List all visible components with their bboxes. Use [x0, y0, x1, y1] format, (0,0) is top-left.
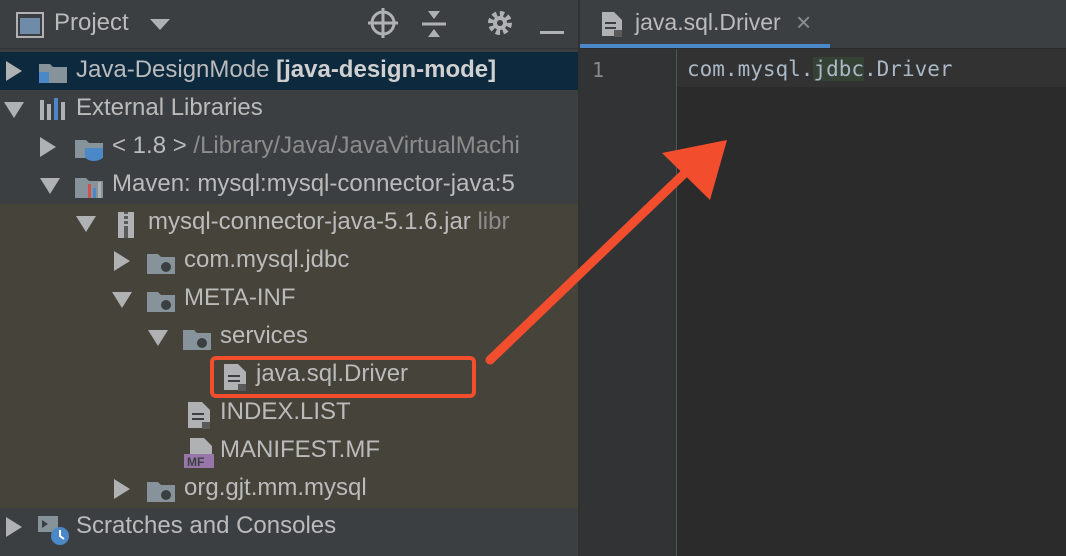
- tree-item-label: META-INF: [184, 284, 296, 311]
- package-folder-icon: [146, 476, 175, 504]
- library-icon: [38, 96, 66, 124]
- expand-arrow-icon[interactable]: [6, 61, 22, 81]
- jdk-path: /Library/Java/JavaVirtualMachi: [193, 132, 520, 159]
- text-file-icon: [600, 10, 624, 43]
- tab-bar-empty: [830, 0, 1066, 48]
- collapse-arrow-icon[interactable]: [76, 216, 96, 232]
- editor-gutter: [580, 49, 676, 556]
- code-text: .Driver: [864, 57, 953, 81]
- expand-arrow-icon[interactable]: [40, 137, 56, 157]
- tree-item-label: mysql-connector-java-5.1.6.jar: [148, 208, 471, 235]
- collapse-all-icon[interactable]: [420, 8, 448, 45]
- project-window-icon[interactable]: [16, 12, 44, 43]
- tab-java-sql-driver[interactable]: java.sql.Driver ×: [580, 0, 830, 48]
- annotation-highlight-box: [210, 356, 476, 398]
- maven-library-icon: [74, 172, 103, 200]
- editor-panel: java.sql.Driver × 1 com.mysql.jdbc.Drive…: [580, 0, 1066, 556]
- tree-item-external-libraries[interactable]: External Libraries: [0, 90, 578, 128]
- package-folder-icon: [182, 324, 211, 352]
- project-panel: Project Java-DesignMode [java-design-mod…: [0, 0, 578, 556]
- tree-item-project-root[interactable]: Java-DesignMode [java-design-mode]: [0, 52, 578, 90]
- manifest-badge: MF: [187, 455, 204, 468]
- text-file-icon: [186, 400, 214, 429]
- collapse-arrow-icon[interactable]: [148, 330, 168, 346]
- collapse-arrow-icon[interactable]: [112, 292, 132, 308]
- tree-item-label: MANIFEST.MF: [220, 436, 380, 463]
- jar-archive-icon: [112, 210, 140, 238]
- gear-icon[interactable]: [486, 9, 514, 42]
- tree-item-maven-library[interactable]: Maven: mysql:mysql-connector-java:5: [0, 166, 578, 204]
- tree-item-package-gjt[interactable]: org.gjt.mm.mysql: [0, 470, 578, 508]
- tree-item-scratches[interactable]: Scratches and Consoles: [0, 508, 578, 546]
- code-text: com.mysql.: [687, 57, 814, 81]
- scratches-icon: [38, 514, 69, 545]
- tree-item-label: External Libraries: [76, 94, 263, 121]
- tree-item-meta-inf[interactable]: META-INF: [0, 280, 578, 318]
- tree-item-package-jdbc[interactable]: com.mysql.jdbc: [0, 242, 578, 280]
- close-icon[interactable]: ×: [796, 7, 811, 38]
- collapse-arrow-icon[interactable]: [40, 178, 60, 194]
- hide-panel-icon[interactable]: [540, 22, 564, 40]
- tree-item-label: Java-DesignMode: [76, 56, 270, 83]
- locate-target-icon[interactable]: [368, 8, 398, 43]
- tree-item-jar[interactable]: mysql-connector-java-5.1.6.jar libr: [0, 204, 578, 242]
- tree-item-label: Maven: mysql:mysql-connector-java:5: [112, 170, 515, 197]
- jdk-folder-icon: [74, 134, 103, 162]
- module-folder-icon: [38, 58, 67, 86]
- line-number: 1: [592, 58, 605, 82]
- tree-item-label: com.mysql.jdbc: [184, 246, 350, 273]
- active-tab-indicator: [580, 44, 830, 48]
- chevron-down-icon[interactable]: [150, 18, 170, 36]
- project-view-title[interactable]: Project: [54, 9, 129, 37]
- tab-label: java.sql.Driver: [635, 9, 781, 35]
- expand-arrow-icon[interactable]: [6, 517, 22, 537]
- package-folder-icon: [146, 286, 175, 314]
- code-text-highlighted: jdbc: [813, 57, 865, 81]
- jar-location: libr: [477, 208, 510, 235]
- tree-item-services[interactable]: services: [0, 318, 578, 356]
- tree-item-label: Scratches and Consoles: [76, 512, 337, 539]
- tree-item-manifest[interactable]: MF MANIFEST.MF: [0, 432, 578, 470]
- manifest-file-icon: MF: [184, 438, 214, 469]
- tree-item-label: org.gjt.mm.mysql: [184, 474, 367, 501]
- project-toolbar: Project: [0, 0, 578, 49]
- package-folder-icon: [146, 248, 175, 276]
- tree-item-label: services: [220, 322, 309, 349]
- tree-item-jdk[interactable]: < 1.8 > /Library/Java/JavaVirtualMachi: [0, 128, 578, 166]
- expand-arrow-icon[interactable]: [114, 479, 130, 499]
- tree-item-label: < 1.8 >: [112, 132, 187, 159]
- gutter-separator: [676, 49, 677, 556]
- tree-item-label: INDEX.LIST: [220, 398, 351, 425]
- expand-arrow-icon[interactable]: [114, 251, 130, 271]
- code-line[interactable]: com.mysql.jdbc.Driver: [687, 57, 953, 81]
- module-name: [java-design-mode]: [276, 56, 497, 83]
- collapse-arrow-icon[interactable]: [4, 102, 24, 118]
- tree-item-index-list[interactable]: INDEX.LIST: [0, 394, 578, 432]
